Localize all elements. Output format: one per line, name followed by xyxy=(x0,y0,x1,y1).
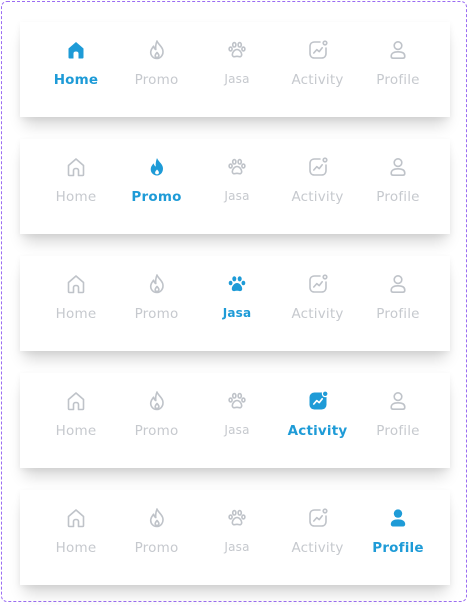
bottom-nav-bar-activity-active: Home Promo Jasa Activity Profile xyxy=(20,373,450,468)
nav-item-promo[interactable]: Promo xyxy=(114,139,200,234)
nav-item-label: Home xyxy=(55,306,97,322)
nav-item-home[interactable]: Home xyxy=(33,22,119,117)
nav-item-home[interactable]: Home xyxy=(33,139,119,234)
user-icon xyxy=(386,506,410,530)
nav-item-label: Promo xyxy=(134,423,179,439)
flame-icon xyxy=(145,38,169,62)
home-icon xyxy=(64,506,88,530)
bottom-nav-bar-promo-active: Home Promo Jasa Activity Profile xyxy=(20,139,450,234)
flame-icon xyxy=(145,506,169,530)
nav-item-promo[interactable]: Promo xyxy=(114,256,200,351)
nav-item-home[interactable]: Home xyxy=(33,490,119,585)
nav-item-label: Promo xyxy=(134,72,179,88)
nav-item-jasa[interactable]: Jasa xyxy=(194,139,280,234)
nav-item-label: Home xyxy=(55,189,97,205)
bottom-nav-bar-jasa-active: Home Promo Jasa Activity Profile xyxy=(20,256,450,351)
home-icon xyxy=(64,155,88,179)
nav-item-promo[interactable]: Promo xyxy=(114,373,200,468)
nav-item-label: Jasa xyxy=(224,189,250,203)
nav-item-label: Promo xyxy=(134,306,179,322)
nav-item-label: Profile xyxy=(372,540,424,556)
nav-item-label: Profile xyxy=(376,72,420,88)
activity-chart-icon xyxy=(306,272,330,296)
paw-icon xyxy=(225,38,249,62)
bottom-nav-bar-home-active: Home Promo Jasa Activity Profile xyxy=(20,22,450,117)
paw-icon xyxy=(225,389,249,413)
paw-icon xyxy=(225,272,249,296)
bottom-nav-bar-profile-active: Home Promo Jasa Activity Profile xyxy=(20,490,450,585)
nav-item-label: Jasa xyxy=(222,306,252,320)
nav-item-activity[interactable]: Activity xyxy=(275,256,361,351)
user-icon xyxy=(386,389,410,413)
nav-item-label: Home xyxy=(53,72,99,88)
user-icon xyxy=(386,272,410,296)
nav-item-jasa[interactable]: Jasa xyxy=(194,22,280,117)
nav-item-label: Profile xyxy=(376,423,420,439)
nav-item-profile[interactable]: Profile xyxy=(355,22,441,117)
nav-item-jasa[interactable]: Jasa xyxy=(194,373,280,468)
nav-item-label: Jasa xyxy=(224,423,250,437)
nav-item-promo[interactable]: Promo xyxy=(114,22,200,117)
nav-item-home[interactable]: Home xyxy=(33,373,119,468)
nav-item-profile[interactable]: Profile xyxy=(355,373,441,468)
nav-item-profile[interactable]: Profile xyxy=(355,139,441,234)
nav-item-label: Jasa xyxy=(224,540,250,554)
nav-item-label: Promo xyxy=(134,540,179,556)
nav-item-label: Profile xyxy=(376,306,420,322)
nav-item-label: Activity xyxy=(291,306,344,322)
activity-chart-icon xyxy=(306,506,330,530)
paw-icon xyxy=(225,155,249,179)
nav-item-label: Home xyxy=(55,540,97,556)
flame-icon xyxy=(145,389,169,413)
nav-item-home[interactable]: Home xyxy=(33,256,119,351)
nav-item-jasa[interactable]: Jasa xyxy=(194,490,280,585)
nav-item-label: Activity xyxy=(291,540,344,556)
nav-item-label: Jasa xyxy=(224,72,250,86)
flame-icon xyxy=(145,272,169,296)
nav-item-label: Activity xyxy=(291,189,344,205)
activity-chart-icon xyxy=(306,38,330,62)
nav-item-activity[interactable]: Activity xyxy=(275,139,361,234)
nav-item-label: Profile xyxy=(376,189,420,205)
nav-item-profile[interactable]: Profile xyxy=(355,490,441,585)
paw-icon xyxy=(225,506,249,530)
home-icon xyxy=(64,38,88,62)
user-icon xyxy=(386,38,410,62)
nav-item-label: Promo xyxy=(131,189,182,205)
nav-item-activity[interactable]: Activity xyxy=(275,490,361,585)
nav-item-promo[interactable]: Promo xyxy=(114,490,200,585)
nav-item-label: Home xyxy=(55,423,97,439)
home-icon xyxy=(64,272,88,296)
nav-item-profile[interactable]: Profile xyxy=(355,256,441,351)
nav-item-jasa[interactable]: Jasa xyxy=(194,256,280,351)
nav-item-label: Activity xyxy=(291,72,344,88)
nav-item-activity[interactable]: Activity xyxy=(275,373,361,468)
flame-icon xyxy=(145,155,169,179)
nav-item-label: Activity xyxy=(287,423,348,439)
nav-item-activity[interactable]: Activity xyxy=(275,22,361,117)
user-icon xyxy=(386,155,410,179)
activity-chart-icon xyxy=(306,389,330,413)
home-icon xyxy=(64,389,88,413)
activity-chart-icon xyxy=(306,155,330,179)
